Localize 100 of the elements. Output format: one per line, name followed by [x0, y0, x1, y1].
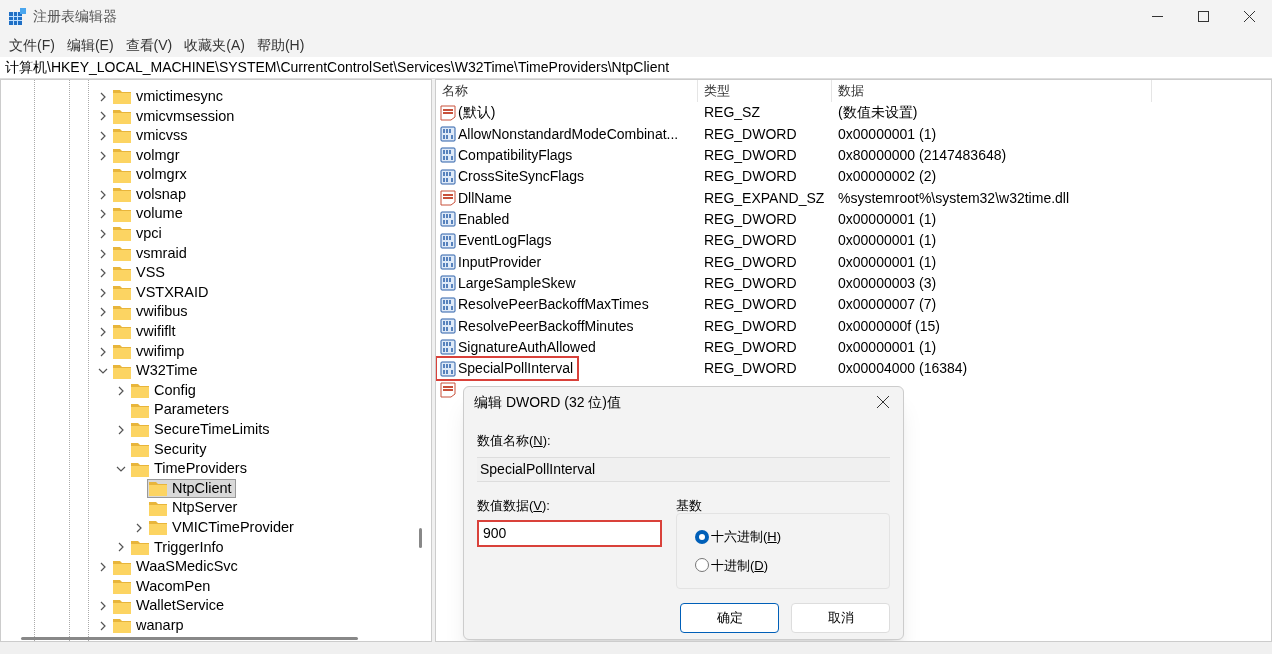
- tree-item[interactable]: vmicvmsession: [111, 106, 239, 126]
- tree-item[interactable]: TimeProviders: [129, 459, 251, 479]
- field-label: 数值数据(V):: [477, 496, 551, 515]
- value-name[interactable]: CompatibilityFlags: [440, 144, 577, 166]
- table-cell-text: REG_DWORD: [703, 295, 798, 315]
- chevron-right-icon[interactable]: [98, 228, 108, 239]
- close-icon: [1243, 11, 1255, 22]
- chevron-right-icon[interactable]: [116, 542, 126, 553]
- horizontal-scroll-thumb[interactable]: [21, 637, 358, 640]
- value-field[interactable]: 900: [477, 520, 662, 547]
- tree-item[interactable]: WacomPen: [111, 577, 215, 597]
- table-cell-text: (数值未设置): [837, 103, 918, 123]
- folder-icon: [113, 89, 131, 105]
- chevron-right-icon[interactable]: [98, 346, 108, 357]
- value-name[interactable]: ResolvePeerBackoffMaxTimes: [440, 294, 653, 316]
- chevron-right-icon[interactable]: [98, 150, 108, 161]
- folder-icon: [131, 383, 149, 399]
- radio-button[interactable]: [695, 529, 709, 544]
- tree-item[interactable]: volsnap: [111, 185, 190, 205]
- chevron-right-icon[interactable]: [98, 111, 108, 122]
- chevron-right-icon[interactable]: [98, 601, 108, 612]
- menu-item[interactable]: 帮助(H): [250, 34, 311, 56]
- binary-value-icon: [440, 296, 456, 313]
- cancel-button[interactable]: 取消: [791, 603, 890, 633]
- menu-item[interactable]: 收藏夹(A): [178, 34, 251, 56]
- tree-item[interactable]: TriggerInfo: [129, 537, 228, 557]
- chevron-right-icon[interactable]: [98, 189, 108, 200]
- table-cell-text: 0x00004000 (16384): [837, 359, 968, 379]
- vertical-scroll-thumb[interactable]: [419, 528, 422, 548]
- value-name[interactable]: InputProvider: [440, 251, 546, 273]
- chevron-right-icon[interactable]: [116, 385, 126, 396]
- binary-value-icon: [440, 339, 456, 356]
- tree-item[interactable]: Security: [129, 440, 211, 459]
- tree-item[interactable]: volmgr: [111, 146, 184, 166]
- tree-item[interactable]: W32Time: [111, 361, 202, 381]
- folder-icon: [113, 128, 131, 144]
- column-header[interactable]: 数据: [832, 80, 1152, 102]
- tree-item[interactable]: SecureTimeLimits: [129, 420, 274, 440]
- chevron-right-icon[interactable]: [98, 562, 108, 573]
- column-header[interactable]: 名称: [436, 80, 698, 102]
- tree-item[interactable]: vwifimp: [111, 342, 189, 361]
- table-cell-text: REG_DWORD: [703, 316, 798, 336]
- tree-item[interactable]: vpci: [111, 224, 166, 244]
- chevron-right-icon[interactable]: [98, 307, 108, 318]
- tree-item[interactable]: NtpServer: [147, 498, 242, 518]
- name-field[interactable]: SpecialPollInterval: [477, 456, 890, 482]
- column-header[interactable]: 类型: [698, 80, 832, 102]
- value-name[interactable]: (默认): [440, 102, 500, 124]
- binary-value-icon: [440, 254, 456, 271]
- tree-item[interactable]: volmgrx: [111, 165, 191, 185]
- menu-item[interactable]: 查看(V): [119, 34, 179, 56]
- tree-item[interactable]: vwifibus: [111, 302, 192, 322]
- value-name[interactable]: AllowNonstandardModeCombinat...: [440, 123, 683, 145]
- close-icon: [877, 396, 889, 408]
- value-name[interactable]: Enabled: [440, 208, 514, 230]
- tree-item[interactable]: Parameters: [129, 400, 233, 420]
- tree-item[interactable]: VMICTimeProvider: [147, 518, 298, 538]
- menu-item[interactable]: 文件(F): [3, 34, 61, 56]
- chevron-right-icon[interactable]: [98, 268, 108, 279]
- ok-button[interactable]: 确定: [680, 603, 779, 633]
- value-name[interactable]: LargeSampleSkew: [440, 272, 580, 294]
- string-value-icon: [440, 104, 456, 121]
- value-name[interactable]: SignatureAuthAllowed: [440, 336, 600, 358]
- radio-button[interactable]: [695, 558, 709, 573]
- chevron-right-icon[interactable]: [98, 248, 108, 259]
- binary-value-icon: [440, 360, 456, 377]
- chevron-right-icon[interactable]: [98, 620, 108, 631]
- chevron-right-icon[interactable]: [98, 326, 108, 337]
- value-name[interactable]: ResolvePeerBackoffMinutes: [440, 315, 638, 337]
- value-name[interactable]: EventLogFlags: [440, 230, 556, 252]
- chevron-right-icon[interactable]: [134, 522, 144, 533]
- tree-item[interactable]: WaaSMedicSvc: [111, 557, 242, 577]
- chevron-right-icon[interactable]: [116, 424, 126, 435]
- tree-item[interactable]: Config: [129, 381, 200, 401]
- menu-item[interactable]: 编辑(E): [60, 34, 120, 56]
- tree-item[interactable]: wanarp: [111, 616, 188, 636]
- tree-item[interactable]: vmicvss: [111, 126, 192, 146]
- tree-item[interactable]: NtpClient: [147, 479, 236, 499]
- tree-item[interactable]: vsmraid: [111, 244, 191, 264]
- value-name[interactable]: DllName: [440, 187, 516, 209]
- chevron-right-icon[interactable]: [98, 287, 108, 298]
- folder-icon: [131, 402, 149, 418]
- address-bar[interactable]: 计算机\HKEY_LOCAL_MACHINE\SYSTEM\CurrentControlSet\Services\W32Time\TimeProviders\NtpClient: [0, 57, 670, 78]
- chevron-right-icon[interactable]: [98, 131, 108, 141]
- table-cell-text: REG_DWORD: [703, 145, 798, 165]
- tree-item[interactable]: VSTXRAID: [111, 283, 213, 303]
- table-cell-text: 0x00000001 (1): [837, 209, 937, 229]
- value-name[interactable]: SpecialPollInterval: [437, 358, 578, 380]
- chevron-right-icon[interactable]: [98, 91, 108, 102]
- chevron-right-icon[interactable]: [98, 209, 108, 220]
- tree-item[interactable]: VSS: [111, 263, 169, 283]
- tree-item[interactable]: vwififlt: [111, 322, 180, 342]
- folder-icon: [131, 442, 149, 457]
- radio-label: 十进制(D): [711, 556, 769, 575]
- tree-item[interactable]: WalletService: [111, 596, 229, 616]
- folder-icon: [113, 206, 131, 222]
- tree-item[interactable]: volume: [111, 204, 187, 224]
- tree-item[interactable]: vmictimesync: [111, 87, 227, 107]
- value-name[interactable]: CrossSiteSyncFlags: [440, 166, 589, 188]
- table-cell-text: 0x00000001 (1): [837, 231, 937, 251]
